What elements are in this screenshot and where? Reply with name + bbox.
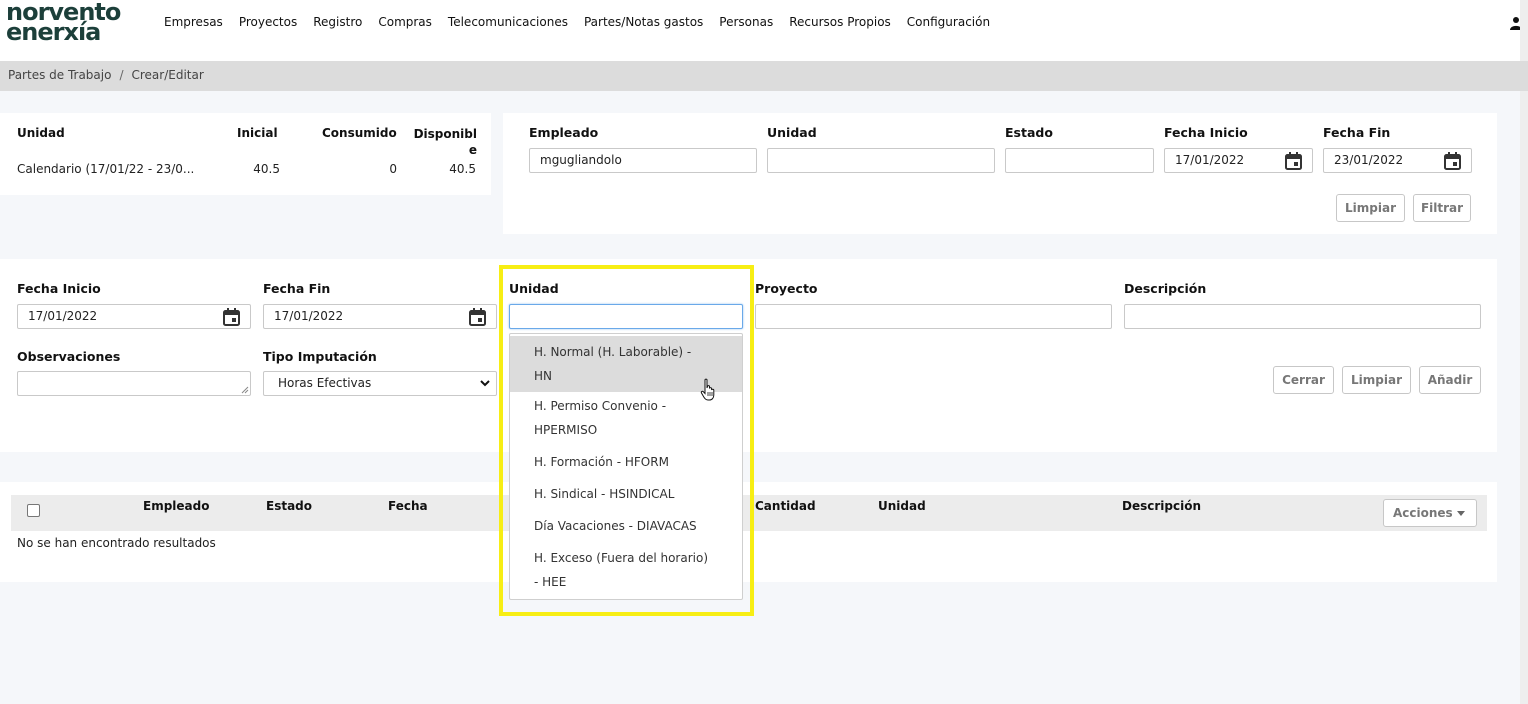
summary-cell-unidad: Calendario (17/01/22 - 23/0... bbox=[17, 162, 195, 176]
filter-unidad-label: Unidad bbox=[767, 125, 817, 140]
form-fecha-fin-label: Fecha Fin bbox=[263, 281, 331, 296]
form-anadir-button[interactable]: Añadir bbox=[1419, 366, 1481, 394]
form-observaciones-label: Observaciones bbox=[17, 349, 121, 364]
breadcrumb-partes-de-trabajo[interactable]: Partes de Trabajo bbox=[8, 68, 111, 82]
form-cerrar-button[interactable]: Cerrar bbox=[1273, 366, 1334, 394]
nav-item-compras[interactable]: Compras bbox=[378, 14, 432, 30]
nav-item-telecomunicaciones[interactable]: Telecomunicaciones bbox=[448, 14, 568, 30]
top-bar bbox=[0, 0, 1528, 61]
form-fecha-fin-value: 17/01/2022 bbox=[274, 309, 344, 323]
breadcrumb: Partes de Trabajo / Crear/Editar bbox=[8, 68, 204, 82]
form-tipo-imputacion-label: Tipo Imputación bbox=[263, 349, 377, 364]
acciones-label: Acciones bbox=[1393, 506, 1453, 520]
form-proyecto-label: Proyecto bbox=[755, 281, 818, 296]
summary-header-disponible-part2: e bbox=[468, 143, 477, 157]
form-fecha-inicio-label: Fecha Inicio bbox=[17, 281, 101, 296]
column-header-unidad[interactable]: Unidad bbox=[878, 499, 926, 513]
form-limpiar-button[interactable]: Limpiar bbox=[1342, 366, 1411, 394]
filter-fecha-inicio-value: 17/01/2022 bbox=[1175, 153, 1245, 167]
nav-item-registro[interactable]: Registro bbox=[313, 14, 362, 30]
form-tipo-imputacion-value: Horas Efectivas bbox=[278, 376, 372, 390]
form-proyecto-input[interactable] bbox=[755, 304, 1112, 329]
summary-header-unidad: Unidad bbox=[17, 126, 65, 140]
calendar-icon[interactable] bbox=[223, 308, 240, 326]
filter-fecha-inicio-input[interactable]: 17/01/2022 bbox=[1164, 148, 1313, 173]
resize-handle-icon[interactable] bbox=[241, 386, 249, 394]
brand-logo[interactable]: norvento enerxía bbox=[6, 0, 126, 46]
summary-cell-inicial: 40.5 bbox=[253, 162, 280, 176]
chevron-down-icon bbox=[480, 380, 490, 387]
select-all-checkbox[interactable] bbox=[27, 504, 40, 517]
summary-header-consumido: Consumido bbox=[322, 126, 397, 140]
filter-filtrar-button[interactable]: Filtrar bbox=[1413, 194, 1471, 222]
column-header-estado[interactable]: Estado bbox=[266, 499, 312, 513]
empty-results-message: No se han encontrado resultados bbox=[17, 536, 216, 550]
calendar-icon[interactable] bbox=[1444, 152, 1461, 170]
main-nav: Empresas Proyectos Registro Compras Tele… bbox=[164, 14, 1006, 30]
breadcrumb-bar bbox=[0, 61, 1528, 91]
summary-header-disponible-part1: Disponibl bbox=[413, 127, 477, 141]
page-scrollbar[interactable] bbox=[1520, 0, 1528, 704]
nav-item-partes-notas-gastos[interactable]: Partes/Notas gastos bbox=[584, 14, 703, 30]
column-header-cantidad[interactable]: Cantidad bbox=[755, 499, 816, 513]
filter-empleado-label: Empleado bbox=[529, 125, 599, 140]
filter-fecha-fin-label: Fecha Fin bbox=[1323, 125, 1391, 140]
form-descripcion-label: Descripción bbox=[1124, 281, 1207, 296]
filter-unidad-input[interactable] bbox=[767, 148, 995, 173]
column-header-descripcion[interactable]: Descripción bbox=[1122, 499, 1201, 513]
calendar-icon[interactable] bbox=[469, 308, 486, 326]
form-tipo-imputacion-select[interactable]: Horas Efectivas bbox=[263, 371, 497, 396]
summary-cell-disponible: 40.5 bbox=[449, 162, 476, 176]
column-header-empleado[interactable]: Empleado bbox=[143, 499, 209, 513]
form-fecha-inicio-input[interactable]: 17/01/2022 bbox=[17, 304, 251, 329]
form-descripcion-input[interactable] bbox=[1124, 304, 1481, 329]
filter-fecha-fin-value: 23/01/2022 bbox=[1334, 153, 1404, 167]
nav-item-empresas[interactable]: Empresas bbox=[164, 14, 223, 30]
acciones-dropdown-button[interactable]: Acciones bbox=[1383, 499, 1477, 527]
summary-header-inicial: Inicial bbox=[237, 126, 278, 140]
filter-fecha-inicio-label: Fecha Inicio bbox=[1164, 125, 1248, 140]
form-fecha-fin-input[interactable]: 17/01/2022 bbox=[263, 304, 497, 329]
filter-fecha-fin-input[interactable]: 23/01/2022 bbox=[1323, 148, 1472, 173]
form-observaciones-textarea[interactable] bbox=[17, 371, 251, 396]
summary-cell-consumido: 0 bbox=[389, 162, 397, 176]
nav-item-recursos-propios[interactable]: Recursos Propios bbox=[789, 14, 891, 30]
nav-item-configuracion[interactable]: Configuración bbox=[907, 14, 990, 30]
calendar-icon[interactable] bbox=[1285, 152, 1302, 170]
nav-item-proyectos[interactable]: Proyectos bbox=[239, 14, 297, 30]
filter-estado-input[interactable] bbox=[1005, 148, 1154, 173]
breadcrumb-separator: / bbox=[119, 68, 124, 82]
filter-limpiar-button[interactable]: Limpiar bbox=[1336, 194, 1405, 222]
column-header-fecha[interactable]: Fecha bbox=[388, 499, 428, 513]
nav-item-personas[interactable]: Personas bbox=[719, 14, 773, 30]
breadcrumb-crear-editar: Crear/Editar bbox=[131, 68, 204, 82]
highlight-box bbox=[499, 265, 754, 616]
filter-empleado-input[interactable]: mgugliandolo bbox=[529, 148, 757, 173]
filter-estado-label: Estado bbox=[1005, 125, 1053, 140]
form-fecha-inicio-value: 17/01/2022 bbox=[28, 309, 98, 323]
caret-down-icon bbox=[1457, 511, 1465, 516]
summary-header-disponible: Disponibl e bbox=[413, 126, 477, 158]
